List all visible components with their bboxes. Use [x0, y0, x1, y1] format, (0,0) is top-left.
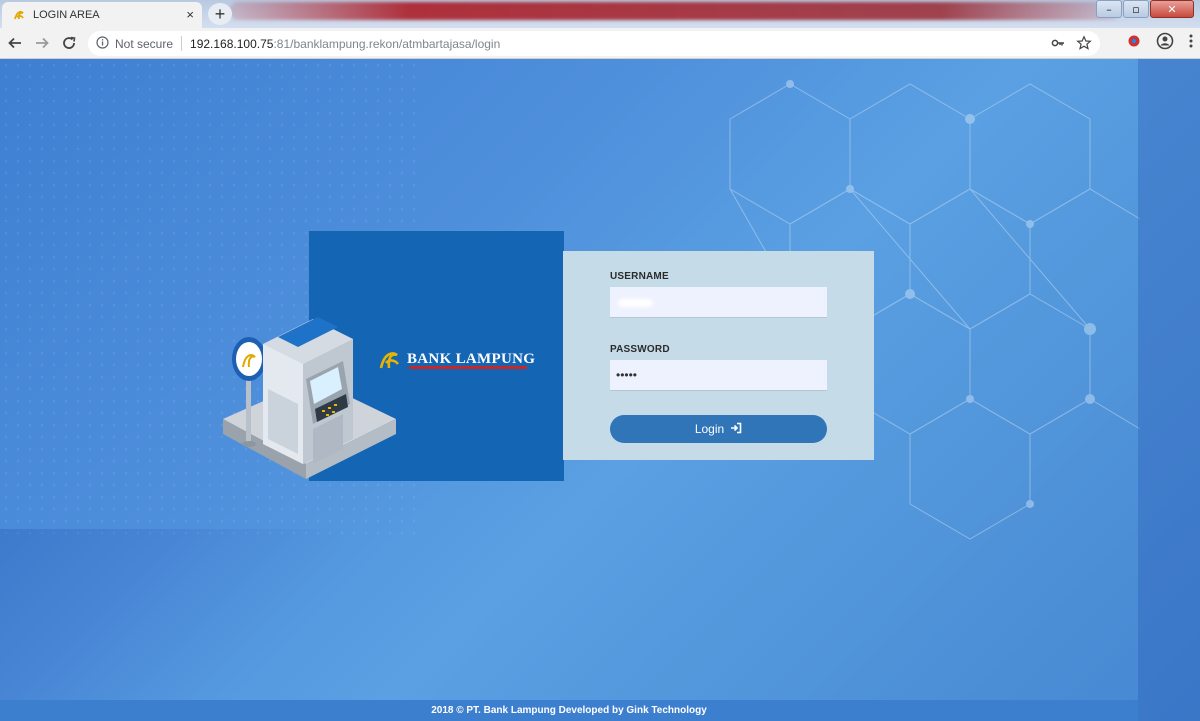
minimize-button[interactable]: – — [1096, 0, 1122, 18]
bookmark-star-icon[interactable] — [1076, 35, 1092, 54]
username-label: USERNAME — [610, 271, 669, 282]
url-host: 192.168.100.75 — [190, 36, 274, 51]
omnibox-actions — [1050, 35, 1092, 54]
brand-name: BANK LAMPUNG — [407, 350, 536, 367]
window-controls: – ▫ ✕ — [1095, 0, 1194, 18]
atm-illustration — [223, 317, 396, 479]
titlebar-background — [230, 2, 1120, 20]
forward-arrow-icon[interactable] — [30, 31, 54, 55]
browser-titlebar: LOGIN AREA × + – ▫ ✕ — [0, 0, 1200, 28]
toolbar-right-icons — [1126, 32, 1194, 55]
login-button[interactable]: Login — [610, 415, 827, 443]
new-tab-button[interactable]: + — [208, 3, 232, 25]
info-icon[interactable] — [96, 35, 109, 52]
browser-tab[interactable]: LOGIN AREA × — [2, 2, 202, 28]
back-arrow-icon[interactable] — [3, 31, 27, 55]
password-input[interactable] — [610, 360, 827, 391]
url-path: :81/banklampung.rekon/atmbartajasa/login — [273, 36, 501, 51]
login-form: USERNAME PASSWORD Login — [563, 251, 874, 460]
background-shape-decoration — [0, 529, 340, 719]
window-close-button[interactable]: ✕ — [1150, 0, 1194, 18]
brand-tagline-bar — [409, 366, 527, 369]
login-button-label: Login — [694, 422, 725, 436]
security-label[interactable]: Not secure — [115, 37, 173, 51]
login-page: BANK LAMPUNG USERNAME PASSWORD Login 201… — [0, 59, 1200, 721]
bank-lampung-logo-icon — [377, 346, 403, 372]
address-bar[interactable]: Not secure 192.168.100.75:81/banklampung… — [88, 31, 1100, 56]
menu-kebab-icon[interactable] — [1188, 33, 1194, 54]
page-footer: 2018 © PT. Bank Lampung Developed by Gin… — [0, 700, 1138, 721]
right-band-decoration — [1138, 59, 1200, 721]
password-label: PASSWORD — [610, 344, 670, 355]
address-divider — [181, 36, 183, 51]
tab-title: LOGIN AREA — [33, 9, 100, 21]
sign-in-icon — [730, 422, 742, 437]
reload-icon[interactable] — [57, 31, 81, 55]
browser-toolbar: Not secure 192.168.100.75:81/banklampung… — [0, 28, 1200, 59]
extension-icon[interactable] — [1126, 33, 1142, 54]
username-redacted-value — [618, 299, 653, 307]
bank-lampung-logo: BANK LAMPUNG — [377, 342, 537, 376]
key-icon[interactable] — [1050, 35, 1066, 54]
bank-lampung-favicon-icon — [12, 8, 26, 22]
maximize-button[interactable]: ▫ — [1123, 0, 1149, 18]
account-icon[interactable] — [1156, 32, 1174, 55]
tab-close-icon[interactable]: × — [186, 7, 194, 22]
